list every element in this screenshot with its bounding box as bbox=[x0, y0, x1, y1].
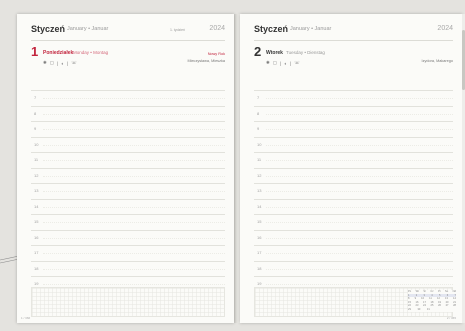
day-subtitle: Monday • Montag bbox=[73, 50, 109, 55]
hour-row[interactable]: 7 bbox=[254, 90, 453, 106]
hour-row[interactable]: 17 bbox=[31, 245, 225, 261]
hour-label: 15 bbox=[257, 219, 262, 224]
hour-label: 9 bbox=[34, 126, 37, 131]
hour-row[interactable]: 18 bbox=[254, 260, 453, 277]
nameday-note: Mieczysława, Mieszka bbox=[187, 59, 225, 63]
hour-label: 11 bbox=[34, 157, 39, 162]
hour-label: 17 bbox=[34, 250, 39, 255]
year-label: 2024 bbox=[437, 25, 453, 32]
month-subtitle: January • Januar bbox=[67, 26, 109, 32]
sun-icon: ✺ bbox=[43, 60, 47, 65]
day-icons: ✺ ▢ | ◐ | ☏ bbox=[266, 60, 300, 66]
hour-label: 10 bbox=[34, 141, 39, 147]
hour-row[interactable]: 17 bbox=[254, 245, 453, 261]
hour-label: 12 bbox=[34, 172, 39, 178]
hour-row[interactable]: 14 bbox=[254, 198, 453, 215]
separator-icon: | bbox=[289, 60, 292, 66]
hour-list: 7 8 9 10 11 12 13 14 15 16 17 18 19 bbox=[31, 90, 225, 292]
mini-calendar-week: 29 30 31 bbox=[408, 307, 430, 311]
moon-icon: ◐ bbox=[61, 60, 64, 66]
hour-row[interactable]: 8 bbox=[254, 105, 453, 122]
hour-row[interactable]: 15 bbox=[254, 214, 453, 230]
hour-label: 9 bbox=[257, 126, 260, 131]
hour-row[interactable]: 11 bbox=[31, 152, 225, 168]
separator-icon: | bbox=[57, 60, 59, 66]
square-icon: ▢ bbox=[49, 60, 55, 65]
hour-label: 19 bbox=[34, 281, 39, 286]
day-name: Poniedziałek bbox=[43, 50, 74, 56]
hour-row[interactable]: 10 bbox=[254, 136, 453, 153]
sun-icon: ✺ bbox=[266, 60, 270, 65]
hour-label: 15 bbox=[34, 219, 39, 224]
phone-icon: ☏ bbox=[294, 60, 300, 65]
hour-label: 16 bbox=[257, 234, 262, 240]
hour-label: 8 bbox=[34, 110, 37, 116]
hour-label: 16 bbox=[34, 234, 39, 240]
month-subtitle: January • Januar bbox=[290, 26, 332, 32]
day-name: Wtorek bbox=[266, 50, 283, 56]
page-header: Styczeń January • Januar 2024 bbox=[254, 24, 453, 38]
year-label: 2024 bbox=[209, 25, 225, 32]
hour-label: 17 bbox=[257, 250, 262, 255]
hour-row[interactable]: 15 bbox=[31, 214, 225, 230]
hour-label: 12 bbox=[257, 172, 262, 178]
hour-row[interactable]: 18 bbox=[31, 260, 225, 277]
moon-icon: ◐ bbox=[284, 60, 287, 66]
hour-label: 18 bbox=[257, 265, 262, 271]
hour-row[interactable]: 8 bbox=[31, 105, 225, 122]
hour-label: 13 bbox=[257, 188, 262, 193]
nameday-note: Izydora, Makarego bbox=[421, 59, 453, 63]
hour-row[interactable]: 11 bbox=[254, 152, 453, 168]
hour-row[interactable]: 16 bbox=[31, 229, 225, 246]
hour-label: 19 bbox=[257, 281, 262, 286]
month-title: Styczeń bbox=[31, 24, 66, 34]
hour-label: 7 bbox=[34, 95, 37, 100]
page-footer: 2 / 365 bbox=[446, 316, 456, 320]
page-header: Styczeń January • Januar 1. tydzień 2024 bbox=[31, 24, 225, 38]
hour-row[interactable]: 13 bbox=[254, 183, 453, 199]
day-subtitle: Tuesday • Dienstag bbox=[286, 50, 325, 55]
hour-row[interactable]: 12 bbox=[254, 167, 453, 184]
hour-label: 7 bbox=[257, 95, 260, 100]
planner-page-right: Styczeń January • Januar 2024 2 Wtorek T… bbox=[240, 14, 462, 323]
hour-list: 7 8 9 10 11 12 13 14 15 16 17 18 19 bbox=[254, 90, 453, 292]
hour-label: 18 bbox=[34, 265, 39, 271]
week-label: 1. tydzień bbox=[170, 28, 185, 32]
hour-label: 11 bbox=[257, 157, 262, 162]
hour-row[interactable]: 10 bbox=[31, 136, 225, 153]
hour-label: 14 bbox=[34, 203, 39, 209]
month-title: Styczeń bbox=[254, 24, 289, 34]
hour-row[interactable]: 9 bbox=[31, 121, 225, 137]
day-number: 2 bbox=[254, 44, 262, 59]
separator-icon: | bbox=[280, 60, 282, 66]
hour-row[interactable]: 16 bbox=[254, 229, 453, 246]
notes-grid[interactable] bbox=[31, 287, 225, 317]
hour-label: 8 bbox=[257, 110, 260, 116]
header-divider bbox=[254, 40, 453, 41]
mini-calendar: Pn Wt Śr Cz Pt So Nd 1234567 8 9 10 11 12 13 14 15 16… bbox=[408, 290, 456, 312]
day-number: 1 bbox=[31, 44, 39, 59]
page-footer: 1 / 366 bbox=[21, 316, 31, 320]
separator-icon: | bbox=[66, 60, 69, 66]
hour-row[interactable]: 13 bbox=[31, 183, 225, 199]
hour-label: 13 bbox=[34, 188, 39, 193]
square-icon: ▢ bbox=[272, 60, 278, 65]
hour-row[interactable]: 9 bbox=[254, 121, 453, 137]
hour-label: 14 bbox=[257, 203, 262, 209]
hour-row[interactable]: 7 bbox=[31, 90, 225, 106]
planner-page-left: Styczeń January • Januar 1. tydzień 2024… bbox=[17, 14, 234, 323]
header-divider bbox=[31, 40, 225, 41]
holiday-note: Nowy Rok bbox=[207, 52, 225, 56]
hour-row[interactable]: 14 bbox=[31, 198, 225, 215]
hour-label: 10 bbox=[257, 141, 262, 147]
hour-row[interactable]: 12 bbox=[31, 167, 225, 184]
phone-icon: ☏ bbox=[71, 60, 77, 65]
day-icons: ✺ ▢ | ◐ | ☏ bbox=[43, 60, 77, 66]
